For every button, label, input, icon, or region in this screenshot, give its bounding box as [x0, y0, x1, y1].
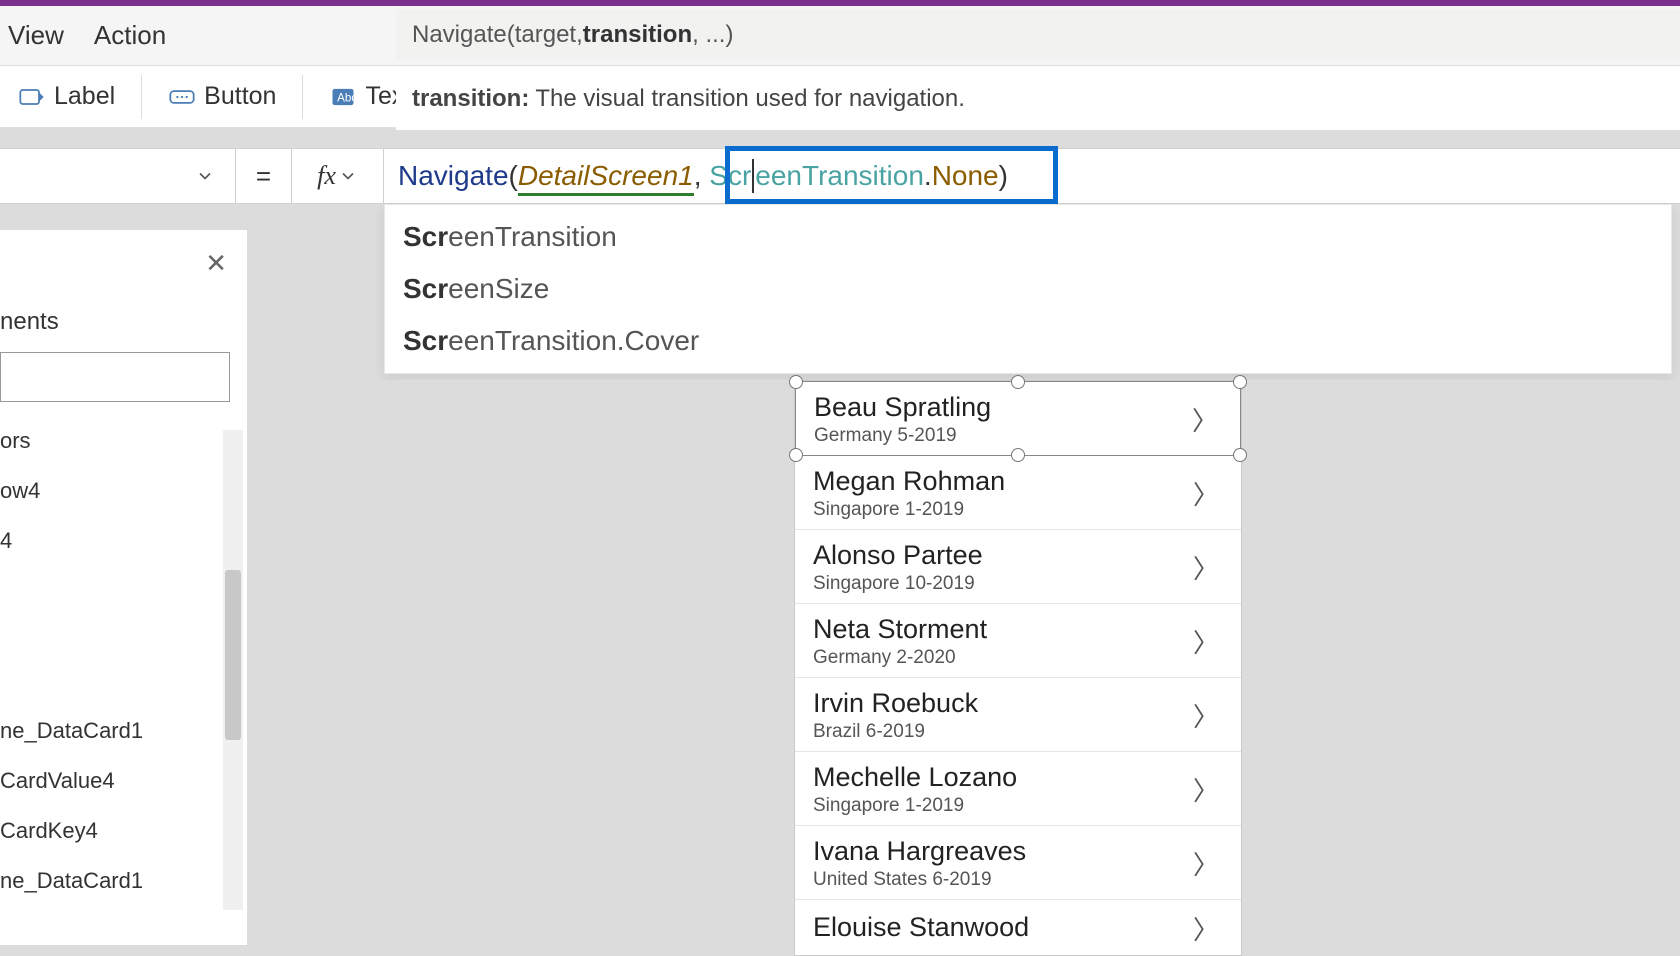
- property-selector[interactable]: [0, 149, 236, 203]
- resize-handle[interactable]: [1233, 375, 1247, 389]
- gallery-item[interactable]: Mechelle Lozano Singapore 1-2019 〉: [795, 752, 1241, 826]
- chevron-right-icon[interactable]: 〉: [1189, 475, 1223, 512]
- chevron-down-icon: [195, 166, 215, 186]
- panel-title-partial: nents: [0, 308, 59, 336]
- parameter-description: The visual transition used for navigatio…: [535, 85, 965, 113]
- text-caret: [752, 159, 754, 193]
- gallery-item-subtitle: Singapore 1-2019: [813, 795, 1189, 817]
- chevron-right-icon[interactable]: 〉: [1189, 623, 1223, 660]
- chevron-down-icon: [338, 166, 358, 186]
- gallery-item-title: Ivana Hargreaves: [813, 836, 1189, 867]
- formula-function: Navigate: [398, 160, 509, 192]
- signature-current-param: transition: [583, 21, 692, 49]
- parameter-help: transition: The visual transition used f…: [396, 68, 1680, 130]
- chevron-right-icon[interactable]: 〉: [1189, 910, 1223, 947]
- chevron-right-icon[interactable]: 〉: [1188, 401, 1222, 438]
- text-icon: Abc: [329, 83, 357, 111]
- toolbar-separator: [141, 75, 142, 119]
- insert-label-button[interactable]: Label: [10, 78, 123, 115]
- tree-item[interactable]: CardKey4: [0, 806, 247, 856]
- gallery-item-title: Mechelle Lozano: [813, 762, 1189, 793]
- gallery-item-subtitle: United States 6-2019: [813, 869, 1189, 891]
- fx-icon: fx: [317, 161, 336, 191]
- menu-view[interactable]: View: [8, 20, 64, 51]
- tree-item[interactable]: CardValue4: [0, 756, 247, 806]
- tree-list: ors ow4 4 ne_DataCard1 CardValue4 CardKe…: [0, 416, 247, 906]
- gallery-item-title: Alonso Partee: [813, 540, 1189, 571]
- app-preview: Beau Spratling Germany 5-2019 〉 Megan Ro…: [794, 380, 1242, 956]
- autocomplete-item[interactable]: ScreenSize: [385, 263, 1671, 315]
- chevron-right-icon[interactable]: 〉: [1189, 771, 1223, 808]
- gallery-item-title: Megan Rohman: [813, 466, 1189, 497]
- label-icon: [18, 83, 46, 111]
- formula-signature-hint: Navigate(target, transition , ...): [396, 10, 1680, 60]
- signature-suffix: , ...): [692, 21, 733, 49]
- formula-prop: None: [932, 160, 999, 192]
- svg-text:Abc: Abc: [338, 91, 358, 104]
- gallery-item[interactable]: Neta Storment Germany 2-2020 〉: [795, 604, 1241, 678]
- resize-handle[interactable]: [1011, 375, 1025, 389]
- gallery-item-subtitle: Germany 5-2019: [814, 425, 1188, 447]
- formula-bar: = fx Navigate(DetailScreen1, ScreenTrans…: [0, 148, 1680, 204]
- gallery-item-subtitle: Brazil 6-2019: [813, 721, 1189, 743]
- tree-item[interactable]: ne_DataCard1: [0, 706, 247, 756]
- gallery-item[interactable]: Ivana Hargreaves United States 6-2019 〉: [795, 826, 1241, 900]
- gallery-item-title: Neta Storment: [813, 614, 1189, 645]
- dot: .: [924, 160, 932, 192]
- chevron-right-icon[interactable]: 〉: [1189, 845, 1223, 882]
- scrollbar[interactable]: [223, 430, 243, 910]
- tree-item[interactable]: ors: [0, 416, 247, 466]
- chevron-right-icon[interactable]: 〉: [1189, 697, 1223, 734]
- gallery-item[interactable]: Alonso Partee Singapore 10-2019 〉: [795, 530, 1241, 604]
- gallery-item-title: Elouise Stanwood: [813, 912, 1189, 943]
- gallery-item-subtitle: Singapore 10-2019: [813, 573, 1189, 595]
- fx-button[interactable]: fx: [292, 149, 384, 203]
- insert-button-text: Button: [204, 82, 276, 111]
- equals-sign: =: [236, 149, 292, 203]
- gallery-item-selected[interactable]: Beau Spratling Germany 5-2019 〉: [795, 381, 1241, 456]
- chevron-right-icon[interactable]: 〉: [1189, 549, 1223, 586]
- parameter-name: transition:: [412, 85, 529, 113]
- formula-arg2a: Scr: [709, 160, 751, 192]
- insert-button-button[interactable]: Button: [160, 78, 284, 115]
- tree-search-input[interactable]: [0, 352, 230, 402]
- toolbar-separator: [302, 75, 303, 119]
- formula-arg2b: eenTransition: [755, 160, 924, 192]
- comma: ,: [694, 160, 710, 192]
- close-paren: ): [999, 160, 1008, 192]
- open-paren: (: [509, 160, 518, 192]
- close-icon[interactable]: ✕: [205, 248, 227, 279]
- gallery-item-title: Irvin Roebuck: [813, 688, 1189, 719]
- canvas[interactable]: Beau Spratling Germany 5-2019 〉 Megan Ro…: [258, 380, 1680, 945]
- gallery-item[interactable]: Irvin Roebuck Brazil 6-2019 〉: [795, 678, 1241, 752]
- formula-input[interactable]: Navigate(DetailScreen1, ScreenTransition…: [384, 149, 1680, 203]
- tree-view-panel: ✕ nents ors ow4 4 ne_DataCard1 CardValue…: [0, 230, 248, 945]
- menu-action[interactable]: Action: [94, 20, 166, 51]
- signature-prefix: Navigate(target,: [412, 21, 583, 49]
- tree-item[interactable]: 4: [0, 516, 247, 566]
- gallery-item-subtitle: Singapore 1-2019: [813, 499, 1189, 521]
- autocomplete-item[interactable]: ScreenTransition: [385, 211, 1671, 263]
- tree-item[interactable]: ne_DataCard1: [0, 856, 247, 906]
- gallery-item-subtitle: Germany 2-2020: [813, 647, 1189, 669]
- scrollbar-thumb[interactable]: [225, 570, 241, 740]
- autocomplete-popup: ScreenTransition ScreenSize ScreenTransi…: [384, 204, 1672, 374]
- gallery-item[interactable]: Elouise Stanwood 〉: [795, 900, 1241, 955]
- formula-arg1: DetailScreen1: [518, 160, 694, 192]
- tree-item[interactable]: ow4: [0, 466, 247, 516]
- gallery-item-title: Beau Spratling: [814, 392, 1188, 423]
- autocomplete-item[interactable]: ScreenTransition.Cover: [385, 315, 1671, 367]
- insert-label-text: Label: [54, 82, 115, 111]
- resize-handle[interactable]: [789, 375, 803, 389]
- button-icon: [168, 83, 196, 111]
- gallery-item[interactable]: Megan Rohman Singapore 1-2019 〉: [795, 456, 1241, 530]
